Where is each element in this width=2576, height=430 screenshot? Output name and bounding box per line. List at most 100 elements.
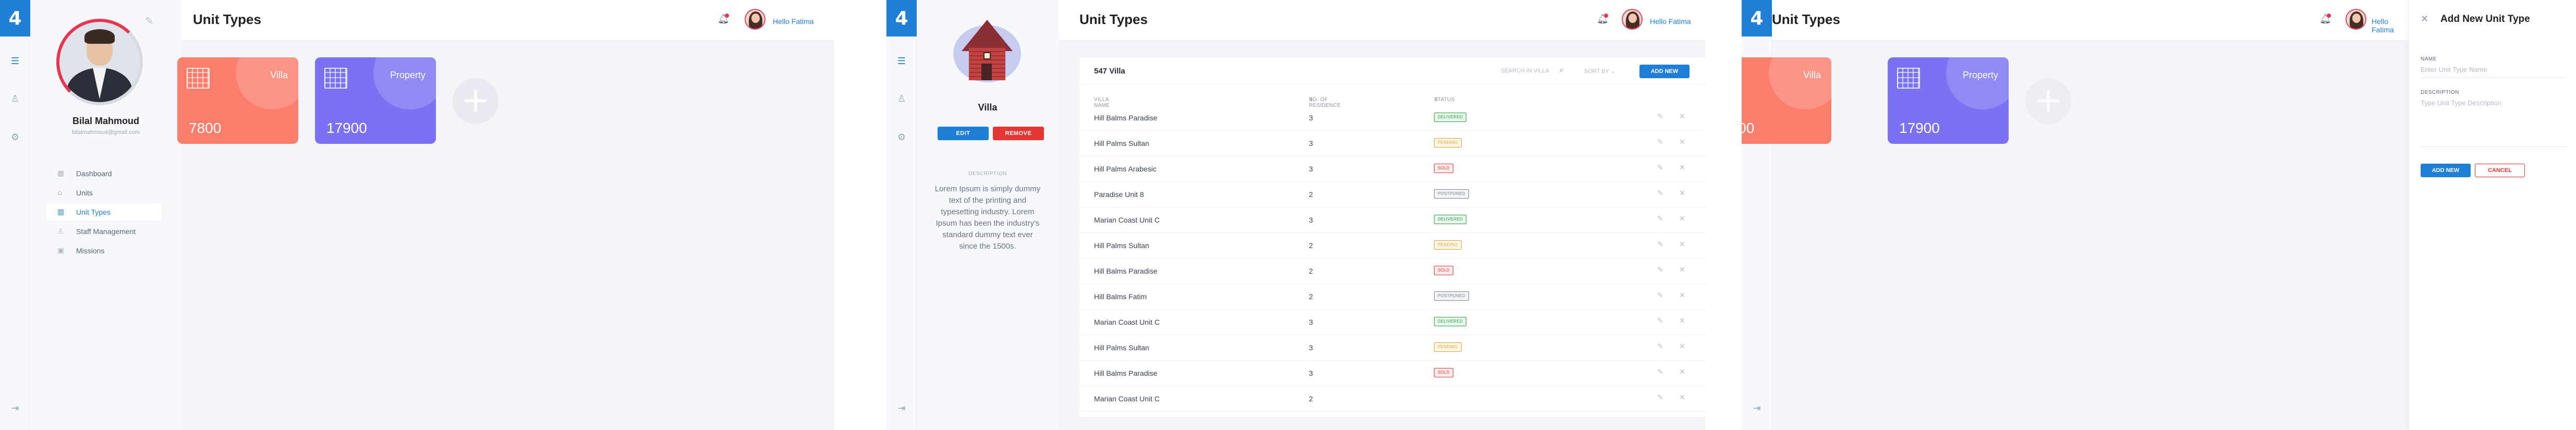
- table-header: 547 Villa SEARCH IN VILLA ⌕ SORT BY ⌄ AD…: [1079, 57, 1705, 84]
- villa-card[interactable]: Villa 7800: [177, 57, 298, 144]
- table-row[interactable]: Hill Palms Arabesic 3 SOLD ✎ ✕: [1079, 156, 1705, 182]
- villa-name: Hill Palms Sultan: [1094, 241, 1149, 250]
- home-icon: ⌂: [57, 189, 62, 197]
- close-icon[interactable]: ✕: [1679, 138, 1685, 146]
- villa-name: Hill Balms Fatim: [1094, 292, 1147, 301]
- bell-icon[interactable]: 🔔︎: [718, 14, 730, 25]
- villa-card[interactable]: Villa 7800: [1742, 57, 1831, 144]
- user-icon[interactable]: ♙: [895, 93, 908, 105]
- edit-icon[interactable]: ✎: [1657, 394, 1663, 402]
- table-row[interactable]: Marian Coast Unit C 3 DELIVERED ✎ ✕: [1079, 310, 1705, 335]
- add-new-button[interactable]: ADD NEW: [2421, 164, 2471, 177]
- top-bar: Unit Types 🔔︎ Hello Fatima: [181, 0, 834, 41]
- edit-icon[interactable]: ✎: [1657, 113, 1663, 121]
- residence-count: 2: [1309, 292, 1313, 301]
- gear-icon[interactable]: ⚙: [895, 131, 908, 144]
- greeting[interactable]: Hello Fatima: [2372, 17, 2409, 34]
- edit-icon[interactable]: ✎: [1657, 317, 1663, 325]
- property-card[interactable]: Property 17900: [1888, 57, 2009, 144]
- edit-icon[interactable]: ✎: [1657, 164, 1663, 172]
- user-icon[interactable]: ♙: [9, 93, 21, 105]
- left-rail: 4 ☰ ♙ ⚙ ⇥: [0, 0, 30, 430]
- close-icon[interactable]: ✕: [1679, 342, 1685, 351]
- edit-icon[interactable]: ✎: [1657, 189, 1663, 198]
- close-icon[interactable]: ✕: [1679, 266, 1685, 274]
- description-label: DESCRIPTION: [968, 171, 1007, 177]
- description-textarea[interactable]: Type Unit Type Description: [2421, 99, 2567, 147]
- app-logo[interactable]: 4: [0, 0, 30, 36]
- close-icon[interactable]: ✕: [2421, 14, 2428, 24]
- sort-dropdown[interactable]: SORT BY ⌄: [1584, 68, 1615, 75]
- avatar[interactable]: [2346, 9, 2366, 30]
- sidebar-item-unit-types[interactable]: ▥ Unit Types: [46, 203, 162, 221]
- table-columns: VILLA NAME NO. OF RESIDENCE ⇕ STATUS ⇕: [1079, 89, 1705, 108]
- remove-button[interactable]: REMOVE: [993, 127, 1044, 140]
- residence-count: 3: [1309, 114, 1313, 122]
- logout-icon[interactable]: ⇥: [1751, 402, 1763, 415]
- sidebar-item-units[interactable]: ⌂ Units: [46, 184, 162, 202]
- sort-icon: ⇕: [1309, 97, 1314, 103]
- avatar[interactable]: [1622, 9, 1643, 30]
- sidebar-item-staff-management[interactable]: ♙ Staff Management: [46, 223, 162, 240]
- status-badge: SOLD: [1434, 266, 1453, 275]
- description-text: Lorem Ipsum is simply dummy text of the …: [934, 185, 1041, 251]
- gear-icon[interactable]: ⚙: [9, 131, 21, 144]
- table-row[interactable]: Hill Balms Fatim 2 POSTPONED ✎ ✕: [1079, 284, 1705, 310]
- greeting[interactable]: Hello Fatima: [773, 17, 814, 26]
- edit-icon[interactable]: ✎: [1657, 266, 1663, 274]
- edit-button[interactable]: EDIT: [938, 127, 989, 140]
- close-icon[interactable]: ✕: [1679, 317, 1685, 325]
- avatar[interactable]: [745, 9, 765, 30]
- add-unit-type-button[interactable]: +: [453, 78, 499, 124]
- table-row[interactable]: Hill Palms Sultan 2 PENDING ✎ ✕: [1079, 233, 1705, 259]
- name-input[interactable]: Enter Unit Type Name: [2421, 66, 2567, 78]
- close-icon[interactable]: ✕: [1679, 291, 1685, 300]
- logout-icon[interactable]: ⇥: [895, 402, 908, 415]
- residence-count: 3: [1309, 343, 1313, 352]
- app-logo[interactable]: 4: [886, 0, 917, 36]
- sidebar-item-missions[interactable]: ▣ Missions: [46, 242, 162, 260]
- status-badge: POSTPONED: [1434, 189, 1469, 199]
- list-icon[interactable]: ☰: [9, 55, 21, 68]
- table-row[interactable]: Hill Balms Paradise 3 DELIVERED ✎ ✕: [1079, 105, 1705, 131]
- close-icon[interactable]: ✕: [1679, 215, 1685, 223]
- edit-icon[interactable]: ✎: [1657, 215, 1663, 223]
- bell-icon[interactable]: 🔔︎: [2319, 14, 2331, 25]
- edit-icon[interactable]: ✎: [1657, 240, 1663, 249]
- greeting[interactable]: Hello Fatima: [1650, 17, 1691, 26]
- bell-icon[interactable]: 🔔︎: [1597, 14, 1609, 25]
- table-row[interactable]: Paradise Unit 8 2 POSTPONED ✎ ✕: [1079, 182, 1705, 207]
- close-icon[interactable]: ✕: [1679, 240, 1685, 249]
- search-input[interactable]: SEARCH IN VILLA: [1501, 68, 1549, 74]
- logout-icon[interactable]: ⇥: [9, 402, 21, 415]
- cancel-button[interactable]: CANCEL: [2475, 164, 2525, 177]
- property-card[interactable]: Property 17900: [315, 57, 436, 144]
- edit-icon[interactable]: ✎: [1657, 368, 1663, 376]
- close-icon[interactable]: ✕: [1679, 113, 1685, 121]
- table-row[interactable]: Hill Palms Sultan 3 PENDING ✎ ✕: [1079, 131, 1705, 156]
- search-icon[interactable]: ⌕: [1559, 65, 1564, 75]
- sidebar-item-dashboard[interactable]: ▦ Dashboard: [46, 165, 162, 182]
- villa-count: 547 Villa: [1094, 67, 1125, 76]
- status-badge: DELIVERED: [1434, 113, 1467, 122]
- villa-name: Hill Balms Paradise: [1094, 267, 1158, 275]
- edit-icon[interactable]: ✎: [1657, 138, 1663, 146]
- table-row[interactable]: Marian Coast Unit C 3 DELIVERED ✎ ✕: [1079, 207, 1705, 233]
- table-row[interactable]: Marian Coast Unit C 2 ✎ ✕: [1079, 386, 1705, 412]
- table-row[interactable]: Hill Balms Paradise 2 SOLD ✎ ✕: [1079, 259, 1705, 284]
- close-icon[interactable]: ✕: [1679, 164, 1685, 172]
- table-row[interactable]: Hill Palms Sultan 3 PENDING ✎ ✕: [1079, 335, 1705, 361]
- status-badge: PENDING: [1434, 342, 1462, 352]
- close-icon[interactable]: ✕: [1679, 394, 1685, 402]
- edit-profile-icon[interactable]: ✎: [145, 15, 154, 27]
- add-unit-type-button[interactable]: +: [2025, 78, 2071, 124]
- villa-name: Paradise Unit 8: [1094, 190, 1144, 199]
- edit-icon[interactable]: ✎: [1657, 291, 1663, 300]
- close-icon[interactable]: ✕: [1679, 189, 1685, 198]
- table-row[interactable]: Hill Balms Paradise 3 SOLD ✎ ✕: [1079, 361, 1705, 386]
- app-logo[interactable]: 4: [1742, 0, 1772, 36]
- list-icon[interactable]: ☰: [895, 55, 908, 68]
- edit-icon[interactable]: ✎: [1657, 342, 1663, 351]
- add-new-button[interactable]: ADD NEW: [1639, 65, 1690, 78]
- close-icon[interactable]: ✕: [1679, 368, 1685, 376]
